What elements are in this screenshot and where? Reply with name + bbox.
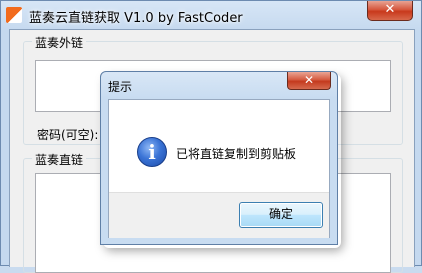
- message-dialog: 提示 ✕ i 已将直链复制到剪贴板 确定: [100, 71, 338, 245]
- dialog-title: 提示: [108, 80, 133, 94]
- title-bar[interactable]: 蓝奏云直链获取 V1.0 by FastCoder ✕: [1, 1, 421, 29]
- direct-link-group-label: 蓝奏直链: [32, 151, 87, 168]
- ok-button[interactable]: 确定: [239, 202, 323, 228]
- external-link-group-label: 蓝奏外链: [32, 34, 87, 51]
- dialog-close-button[interactable]: ✕: [287, 72, 331, 90]
- dialog-footer: 确定: [109, 192, 329, 238]
- dialog-body: i 已将直链复制到剪贴板 确定: [108, 99, 330, 238]
- app-icon: [6, 7, 22, 23]
- window-title: 蓝奏云直链获取 V1.0 by FastCoder: [29, 11, 243, 26]
- dialog-message: 已将直链复制到剪贴板: [176, 147, 297, 161]
- window-close-button[interactable]: ✕: [367, 1, 413, 21]
- close-icon: ✕: [303, 73, 315, 87]
- close-icon: ✕: [384, 2, 396, 17]
- information-icon: i: [137, 137, 167, 167]
- password-label: 密码(可空):: [37, 128, 99, 142]
